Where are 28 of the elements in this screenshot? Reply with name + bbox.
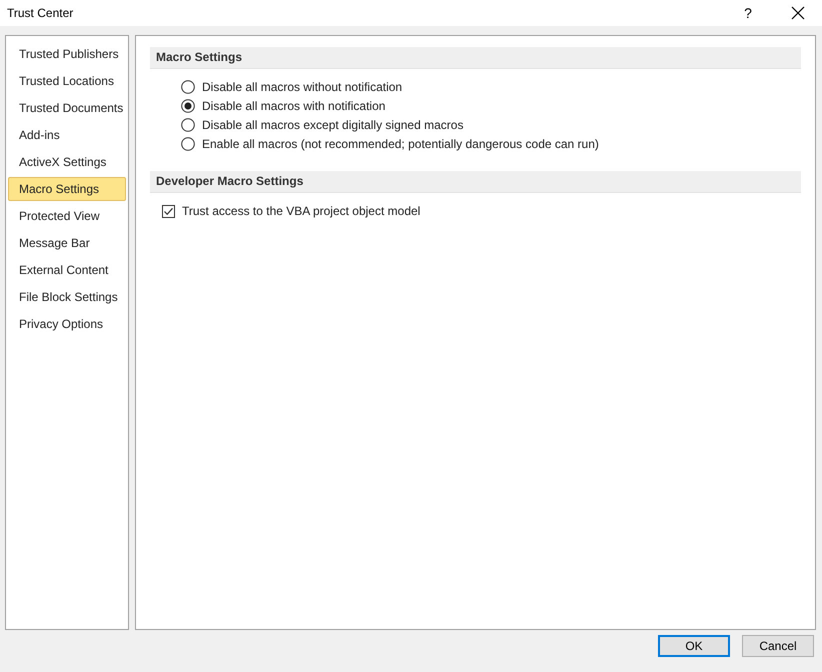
radio-button[interactable]	[181, 99, 195, 113]
option-label: Trust access to the VBA project object model	[182, 204, 420, 218]
sidebar-item[interactable]: Add-ins	[8, 123, 126, 147]
sidebar-item[interactable]: ActiveX Settings	[8, 150, 126, 174]
option-label: Disable all macros except digitally signed macros	[202, 118, 464, 132]
close-icon[interactable]	[790, 5, 806, 21]
sidebar-item[interactable]: Trusted Publishers	[8, 42, 126, 66]
option-label: Disable all macros with notification	[202, 99, 386, 113]
option-label: Enable all macros (not recommended; potentially dangerous code can run)	[202, 137, 599, 151]
help-button[interactable]: ?	[738, 5, 758, 21]
window-title: Trust Center	[7, 6, 74, 20]
sidebar-item[interactable]: External Content	[8, 258, 126, 282]
section-header: Macro Settings	[150, 47, 801, 69]
dialog-button[interactable]: OK	[658, 635, 730, 657]
sidebar-item[interactable]: File Block Settings	[8, 285, 126, 309]
checkbox[interactable]	[162, 204, 175, 218]
sidebar-item[interactable]: Message Bar	[8, 231, 126, 255]
radio-button[interactable]	[181, 137, 195, 151]
sidebar-item[interactable]: Trusted Documents	[8, 96, 126, 120]
sidebar-item[interactable]: Protected View	[8, 204, 126, 228]
radio-button[interactable]	[181, 80, 195, 94]
dialog-button[interactable]: Cancel	[742, 635, 814, 657]
radio-button[interactable]	[181, 118, 195, 132]
sidebar-item[interactable]: Privacy Options	[8, 312, 126, 336]
sidebar-item[interactable]: Macro Settings	[8, 177, 126, 201]
sidebar-item[interactable]: Trusted Locations	[8, 69, 126, 93]
section-header: Developer Macro Settings	[150, 171, 801, 193]
option-label: Disable all macros without notification	[202, 80, 402, 94]
